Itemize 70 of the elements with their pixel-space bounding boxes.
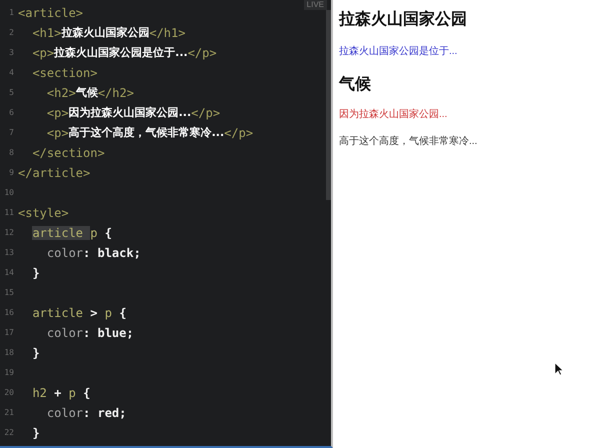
code-token: {	[82, 385, 90, 402]
code-token: }	[31, 345, 40, 362]
code-tag: <section>	[18, 64, 98, 82]
line-number: 15	[3, 287, 14, 299]
line-number: 5	[8, 87, 14, 99]
line-number: 10	[3, 187, 14, 199]
code-token: color	[46, 325, 84, 342]
line-number: 6	[8, 107, 14, 119]
line-number: 2	[8, 27, 14, 39]
code-token: }	[31, 265, 40, 282]
code-token: p	[68, 385, 76, 402]
preview-paragraph: 高于这个高度，气候非常寒冷...	[339, 134, 478, 149]
preview-heading: 拉森火山国家公园	[339, 9, 467, 30]
line-number: 12	[3, 227, 14, 239]
preview-paragraph: 因为拉森火山国家公园...	[339, 108, 448, 122]
code-tag: <p>	[18, 44, 54, 62]
code-tag: </h2>	[98, 84, 134, 102]
line-number: 22	[3, 427, 14, 439]
code-token: }	[31, 425, 40, 442]
code-editor[interactable]	[0, 0, 333, 448]
code-text: 拉森火山国家公园	[61, 24, 150, 41]
line-number: 1	[8, 7, 14, 19]
line-number: 8	[8, 147, 14, 159]
code-tag: <article>	[18, 4, 84, 22]
code-tag: <h1>	[18, 24, 62, 42]
live-badge: LIVE	[304, 0, 327, 10]
line-number: 14	[3, 267, 14, 279]
code-token: p	[90, 225, 98, 242]
line-number: 3	[8, 47, 14, 59]
code-token: color	[46, 245, 84, 262]
code-token: h2	[31, 385, 47, 402]
code-token: article	[31, 305, 84, 322]
code-tag: </p>	[191, 104, 220, 122]
code-token: : blue;	[83, 325, 134, 342]
line-number: 11	[3, 207, 14, 219]
code-text: 高于这个高度，气候非常寒冷...	[68, 124, 224, 141]
preview-heading: 气候	[339, 74, 371, 95]
code-tag: <p>	[18, 104, 69, 122]
code-text: 因为拉森火山国家公园...	[68, 104, 192, 121]
mouse-cursor-icon	[555, 363, 563, 376]
line-number: 9	[8, 167, 14, 179]
code-tag: <p>	[18, 124, 69, 142]
line-number: 13	[3, 247, 14, 259]
code-tag: </p>	[188, 44, 217, 62]
line-number: 21	[3, 407, 14, 419]
code-text: 拉森火山国家公园是位于...	[54, 44, 188, 59]
code-tag: </h1>	[149, 24, 186, 42]
code-tag: <style>	[18, 204, 69, 222]
line-number: 7	[8, 127, 14, 139]
code-tag: </p>	[224, 124, 254, 142]
code-token: : black;	[83, 245, 141, 262]
code-token: +	[53, 385, 62, 402]
line-number: 4	[8, 67, 14, 79]
code-token: >	[89, 305, 98, 322]
line-number: 18	[3, 347, 14, 359]
code-token: {	[104, 225, 112, 242]
line-number: 20	[3, 387, 14, 399]
code-token: : red;	[83, 405, 126, 422]
code-token: {	[118, 305, 126, 322]
code-token: p	[104, 305, 112, 322]
preview-paragraph: 拉森火山国家公园是位于...	[339, 44, 458, 59]
code-tag: </article>	[18, 164, 90, 182]
scrollbar-icon	[326, 10, 331, 200]
code-token: color	[46, 405, 84, 422]
code-tag: </section>	[18, 144, 105, 162]
code-tag: <h2>	[18, 84, 76, 102]
line-number: 16	[3, 307, 14, 319]
line-number: 19	[3, 367, 14, 379]
code-text: 气候	[76, 84, 98, 101]
line-number: 17	[3, 327, 14, 339]
